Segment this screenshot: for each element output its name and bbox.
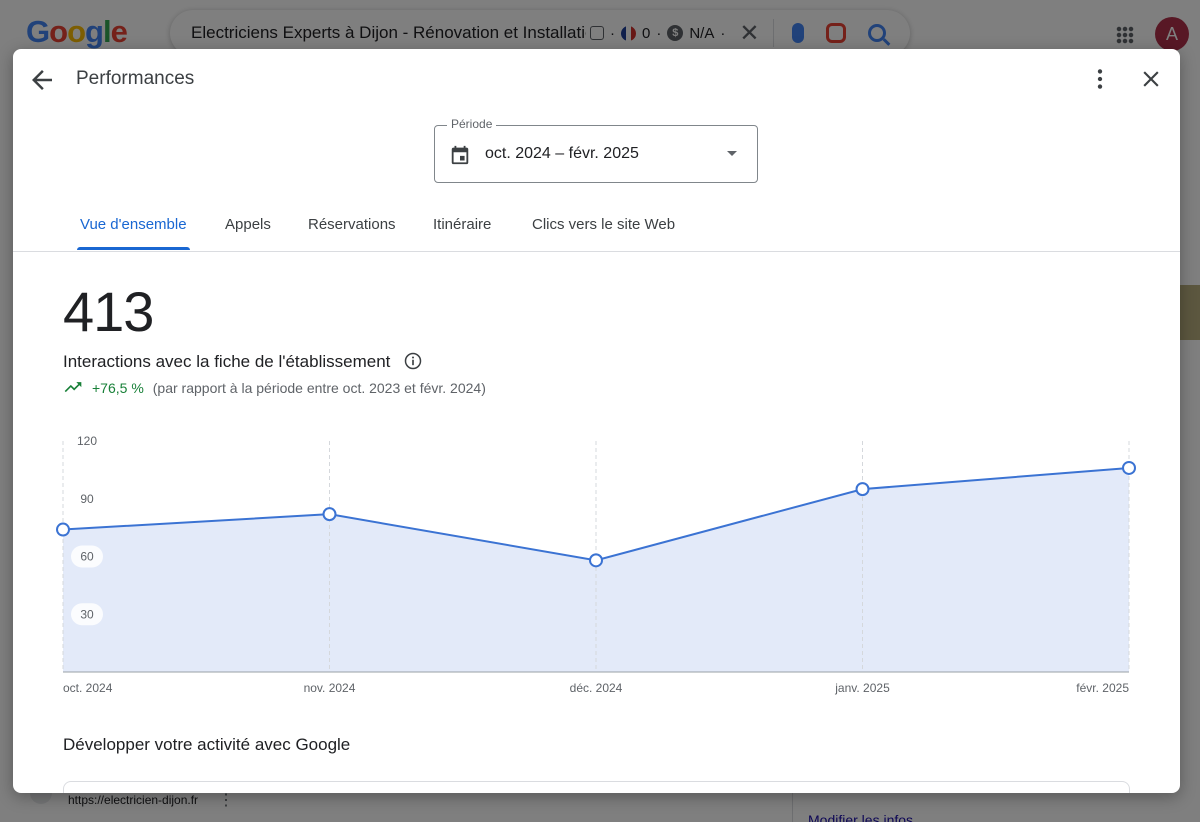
section-title: Développer votre activité avec Google <box>63 735 351 754</box>
trend-comparison-note: (par rapport à la période entre oct. 202… <box>152 380 486 396</box>
x-tick-label: janv. 2025 <box>834 681 890 695</box>
tab-bookings[interactable]: Réservations <box>308 216 396 233</box>
tab-bar: Vue d'ensemble Appels Réservations Itiné… <box>13 199 1180 252</box>
performance-dialog: Performances Période oct. 2024 – févr. 2… <box>13 49 1180 793</box>
y-tick-label: 90 <box>80 492 94 506</box>
info-icon[interactable] <box>403 351 423 371</box>
active-tab-indicator <box>77 247 190 250</box>
period-value: oct. 2024 – févr. 2025 <box>485 145 639 162</box>
back-arrow-icon[interactable] <box>27 65 57 95</box>
trending-up-icon <box>64 382 82 393</box>
data-point[interactable] <box>322 507 337 522</box>
tab-overview[interactable]: Vue d'ensemble <box>80 216 187 233</box>
period-label: Période <box>447 117 497 131</box>
x-tick-label: déc. 2024 <box>570 681 623 695</box>
interactions-line-chart: 30 60 90 120 oct. 2024 nov. 2024 déc. 2024 janv… <box>56 434 1136 695</box>
dialog-title: Performances <box>76 68 195 89</box>
dropdown-arrow-icon <box>727 151 737 156</box>
period-select[interactable]: Période oct. 2024 – févr. 2025 <box>434 117 758 183</box>
dialog-header: Performances <box>13 49 1180 109</box>
x-tick-label: nov. 2024 <box>304 681 356 695</box>
x-tick-label: oct. 2024 <box>63 681 113 695</box>
tab-website-clicks[interactable]: Clics vers le site Web <box>532 216 675 233</box>
y-tick-label: 60 <box>80 550 94 564</box>
tab-directions[interactable]: Itinéraire <box>433 216 491 233</box>
data-point[interactable] <box>855 482 870 497</box>
trend-value: +76,5 % <box>92 380 144 396</box>
x-tick-label: févr. 2025 <box>1076 681 1129 695</box>
data-point[interactable] <box>1122 460 1136 475</box>
close-icon[interactable] <box>1138 66 1164 92</box>
growth-card <box>63 781 1130 793</box>
tab-calls[interactable]: Appels <box>225 216 271 233</box>
total-interactions: 413 <box>63 280 154 343</box>
background-image-fragment <box>1180 285 1200 340</box>
more-options-icon[interactable] <box>1087 66 1113 92</box>
metric-label: Interactions avec la fiche de l'établiss… <box>63 352 391 371</box>
data-point[interactable] <box>56 522 70 537</box>
calendar-icon <box>451 145 469 165</box>
y-tick-label: 120 <box>77 434 97 448</box>
y-tick-label: 30 <box>80 607 94 621</box>
data-point[interactable] <box>589 553 603 568</box>
trend-row: +76,5 % (par rapport à la période entre … <box>63 380 486 396</box>
